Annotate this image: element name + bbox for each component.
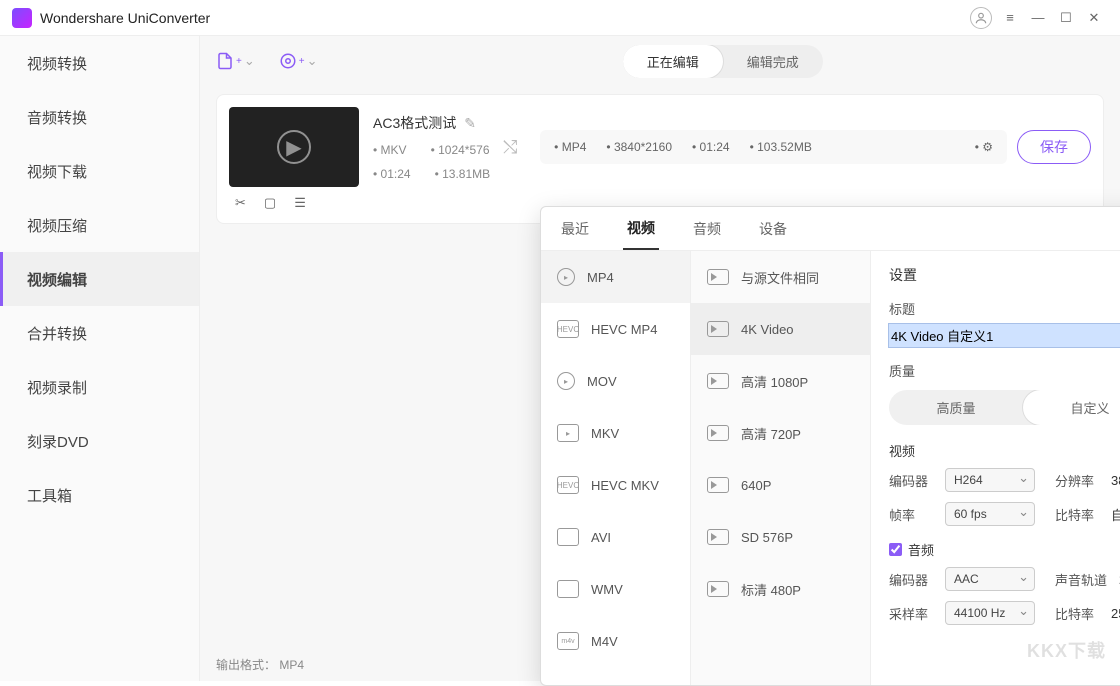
- menu-icon[interactable]: ≡: [996, 4, 1024, 32]
- bitrate-value: 自动: [1111, 505, 1120, 524]
- format-hevc-mkv[interactable]: HEVCHEVC MKV: [541, 459, 690, 511]
- format-m4v[interactable]: m4vM4V: [541, 615, 690, 667]
- preset-480p[interactable]: 标清 480P: [691, 563, 870, 615]
- status-segment: 正在编辑 编辑完成: [623, 45, 823, 78]
- bitrate-label: 比特率: [1055, 505, 1099, 524]
- tab-audio[interactable]: 音频: [689, 209, 725, 249]
- samplerate-select[interactable]: 44100 Hz: [945, 601, 1035, 625]
- settings-panel: 设置 标题 质量 高质量 自定义 低质量 视频 编码器 H264 分辨率 3840*: [871, 251, 1120, 685]
- format-list: ▸MP4 HEVCHEVC MP4 ▸MOV ▸MKV HEVCHEVC MKV…: [541, 251, 691, 685]
- dst-container: MP4: [554, 140, 586, 154]
- settings-header: 设置: [889, 265, 1120, 285]
- format-popup: 最近 视频 音频 设备 ▸MP4 HEVCHEVC MP4 ▸MOV ▸MKV …: [540, 206, 1120, 686]
- preset-same-as-source[interactable]: 与源文件相同: [691, 251, 870, 303]
- resolution-value: 3840*: [1111, 473, 1120, 488]
- sidebar: 视频转换 音频转换 视频下载 视频压缩 视频编辑 合并转换 视频录制 刻录DVD…: [0, 36, 200, 681]
- samplerate-label: 采样率: [889, 604, 933, 623]
- file-title: AC3格式测试: [373, 113, 456, 133]
- watermark-text: KKX下载: [1027, 637, 1106, 663]
- seg-done[interactable]: 编辑完成: [723, 45, 823, 78]
- encoder-select[interactable]: H264: [945, 468, 1035, 492]
- trim-icon[interactable]: ✂: [235, 195, 246, 211]
- abitrate-value: 256 kb: [1111, 606, 1120, 621]
- audio-checkbox[interactable]: [889, 543, 902, 556]
- file-card: AC3格式测试 ✎ MKV 1024*576 01:24 13.81MB ⤭ M…: [216, 94, 1104, 224]
- gear-icon[interactable]: ⚙: [975, 140, 993, 154]
- seg-editing[interactable]: 正在编辑: [623, 45, 723, 78]
- video-thumbnail[interactable]: [229, 107, 359, 187]
- user-avatar-icon[interactable]: [970, 7, 992, 29]
- video-section: 视频: [889, 441, 1120, 460]
- fps-select[interactable]: 60 fps: [945, 502, 1035, 526]
- swap-icon[interactable]: ⤭: [490, 137, 530, 158]
- sidebar-item-record[interactable]: 视频录制: [0, 360, 199, 414]
- audio-section: 音频: [908, 540, 934, 559]
- tab-recent[interactable]: 最近: [557, 209, 593, 249]
- tab-video[interactable]: 视频: [623, 208, 659, 250]
- src-size: 13.81MB: [435, 167, 491, 181]
- quality-label: 质量: [889, 361, 1120, 380]
- minimize-icon[interactable]: —: [1024, 4, 1052, 32]
- preset-640p[interactable]: 640P: [691, 459, 870, 511]
- encoder-label: 编码器: [889, 471, 933, 490]
- edit-title-icon[interactable]: ✎: [464, 115, 476, 132]
- format-wmv[interactable]: WMV: [541, 563, 690, 615]
- save-button[interactable]: 保存: [1017, 130, 1091, 164]
- app-logo: [12, 8, 32, 28]
- format-avi[interactable]: AVI: [541, 511, 690, 563]
- preset-4k[interactable]: 4K Video: [691, 303, 870, 355]
- aencoder-select[interactable]: AAC: [945, 567, 1035, 591]
- output-info[interactable]: MP4 3840*2160 01:24 103.52MB ⚙: [540, 130, 1007, 164]
- titlebar: Wondershare UniConverter ≡ — ☐ ✕: [0, 0, 1120, 36]
- app-title: Wondershare UniConverter: [40, 10, 210, 26]
- sidebar-item-video-compress[interactable]: 视频压缩: [0, 198, 199, 252]
- preset-576p[interactable]: SD 576P: [691, 511, 870, 563]
- dst-size: 103.52MB: [750, 140, 812, 154]
- dst-resolution: 3840*2160: [606, 140, 672, 154]
- preset-list: 与源文件相同 4K Video 高清 1080P 高清 720P 640P SD…: [691, 251, 871, 685]
- preset-1080p[interactable]: 高清 1080P: [691, 355, 870, 407]
- title-input[interactable]: [889, 324, 1120, 347]
- add-file-button[interactable]: +⌄: [216, 52, 255, 70]
- format-mkv[interactable]: ▸MKV: [541, 407, 690, 459]
- resolution-label: 分辨率: [1055, 471, 1099, 490]
- sidebar-item-merge-convert[interactable]: 合并转换: [0, 306, 199, 360]
- sidebar-item-burn-dvd[interactable]: 刻录DVD: [0, 414, 199, 468]
- abitrate-label: 比特率: [1055, 604, 1099, 623]
- channels-label: 声音轨道: [1055, 570, 1107, 589]
- quality-segment: 高质量 自定义 低质量: [889, 390, 1120, 425]
- dst-duration: 01:24: [692, 140, 730, 154]
- sidebar-item-video-convert[interactable]: 视频转换: [0, 36, 199, 90]
- fps-label: 帧率: [889, 505, 933, 524]
- aencoder-label: 编码器: [889, 570, 933, 589]
- sidebar-item-video-edit[interactable]: 视频编辑: [0, 252, 199, 306]
- src-resolution: 1024*576: [431, 143, 490, 157]
- sidebar-item-audio-convert[interactable]: 音频转换: [0, 90, 199, 144]
- format-mp4[interactable]: ▸MP4: [541, 251, 690, 303]
- tab-device[interactable]: 设备: [755, 209, 791, 249]
- maximize-icon[interactable]: ☐: [1052, 4, 1080, 32]
- add-disc-button[interactable]: +⌄: [279, 52, 318, 70]
- title-label: 标题: [889, 299, 1120, 318]
- format-mov[interactable]: ▸MOV: [541, 355, 690, 407]
- close-icon[interactable]: ✕: [1080, 4, 1108, 32]
- quality-custom[interactable]: 自定义: [1023, 390, 1120, 425]
- format-hevc-mp4[interactable]: HEVCHEVC MP4: [541, 303, 690, 355]
- sidebar-item-video-download[interactable]: 视频下载: [0, 144, 199, 198]
- preset-720p[interactable]: 高清 720P: [691, 407, 870, 459]
- crop-icon[interactable]: ▢: [264, 195, 276, 211]
- quality-high[interactable]: 高质量: [889, 390, 1023, 425]
- sidebar-item-toolbox[interactable]: 工具箱: [0, 468, 199, 522]
- more-icon[interactable]: ☰: [294, 195, 306, 211]
- output-format-label: 输出格式： MP4: [216, 656, 304, 673]
- toolbar: +⌄ +⌄ 正在编辑 编辑完成: [200, 36, 1120, 86]
- src-container: MKV: [373, 143, 407, 157]
- src-duration: 01:24: [373, 167, 411, 181]
